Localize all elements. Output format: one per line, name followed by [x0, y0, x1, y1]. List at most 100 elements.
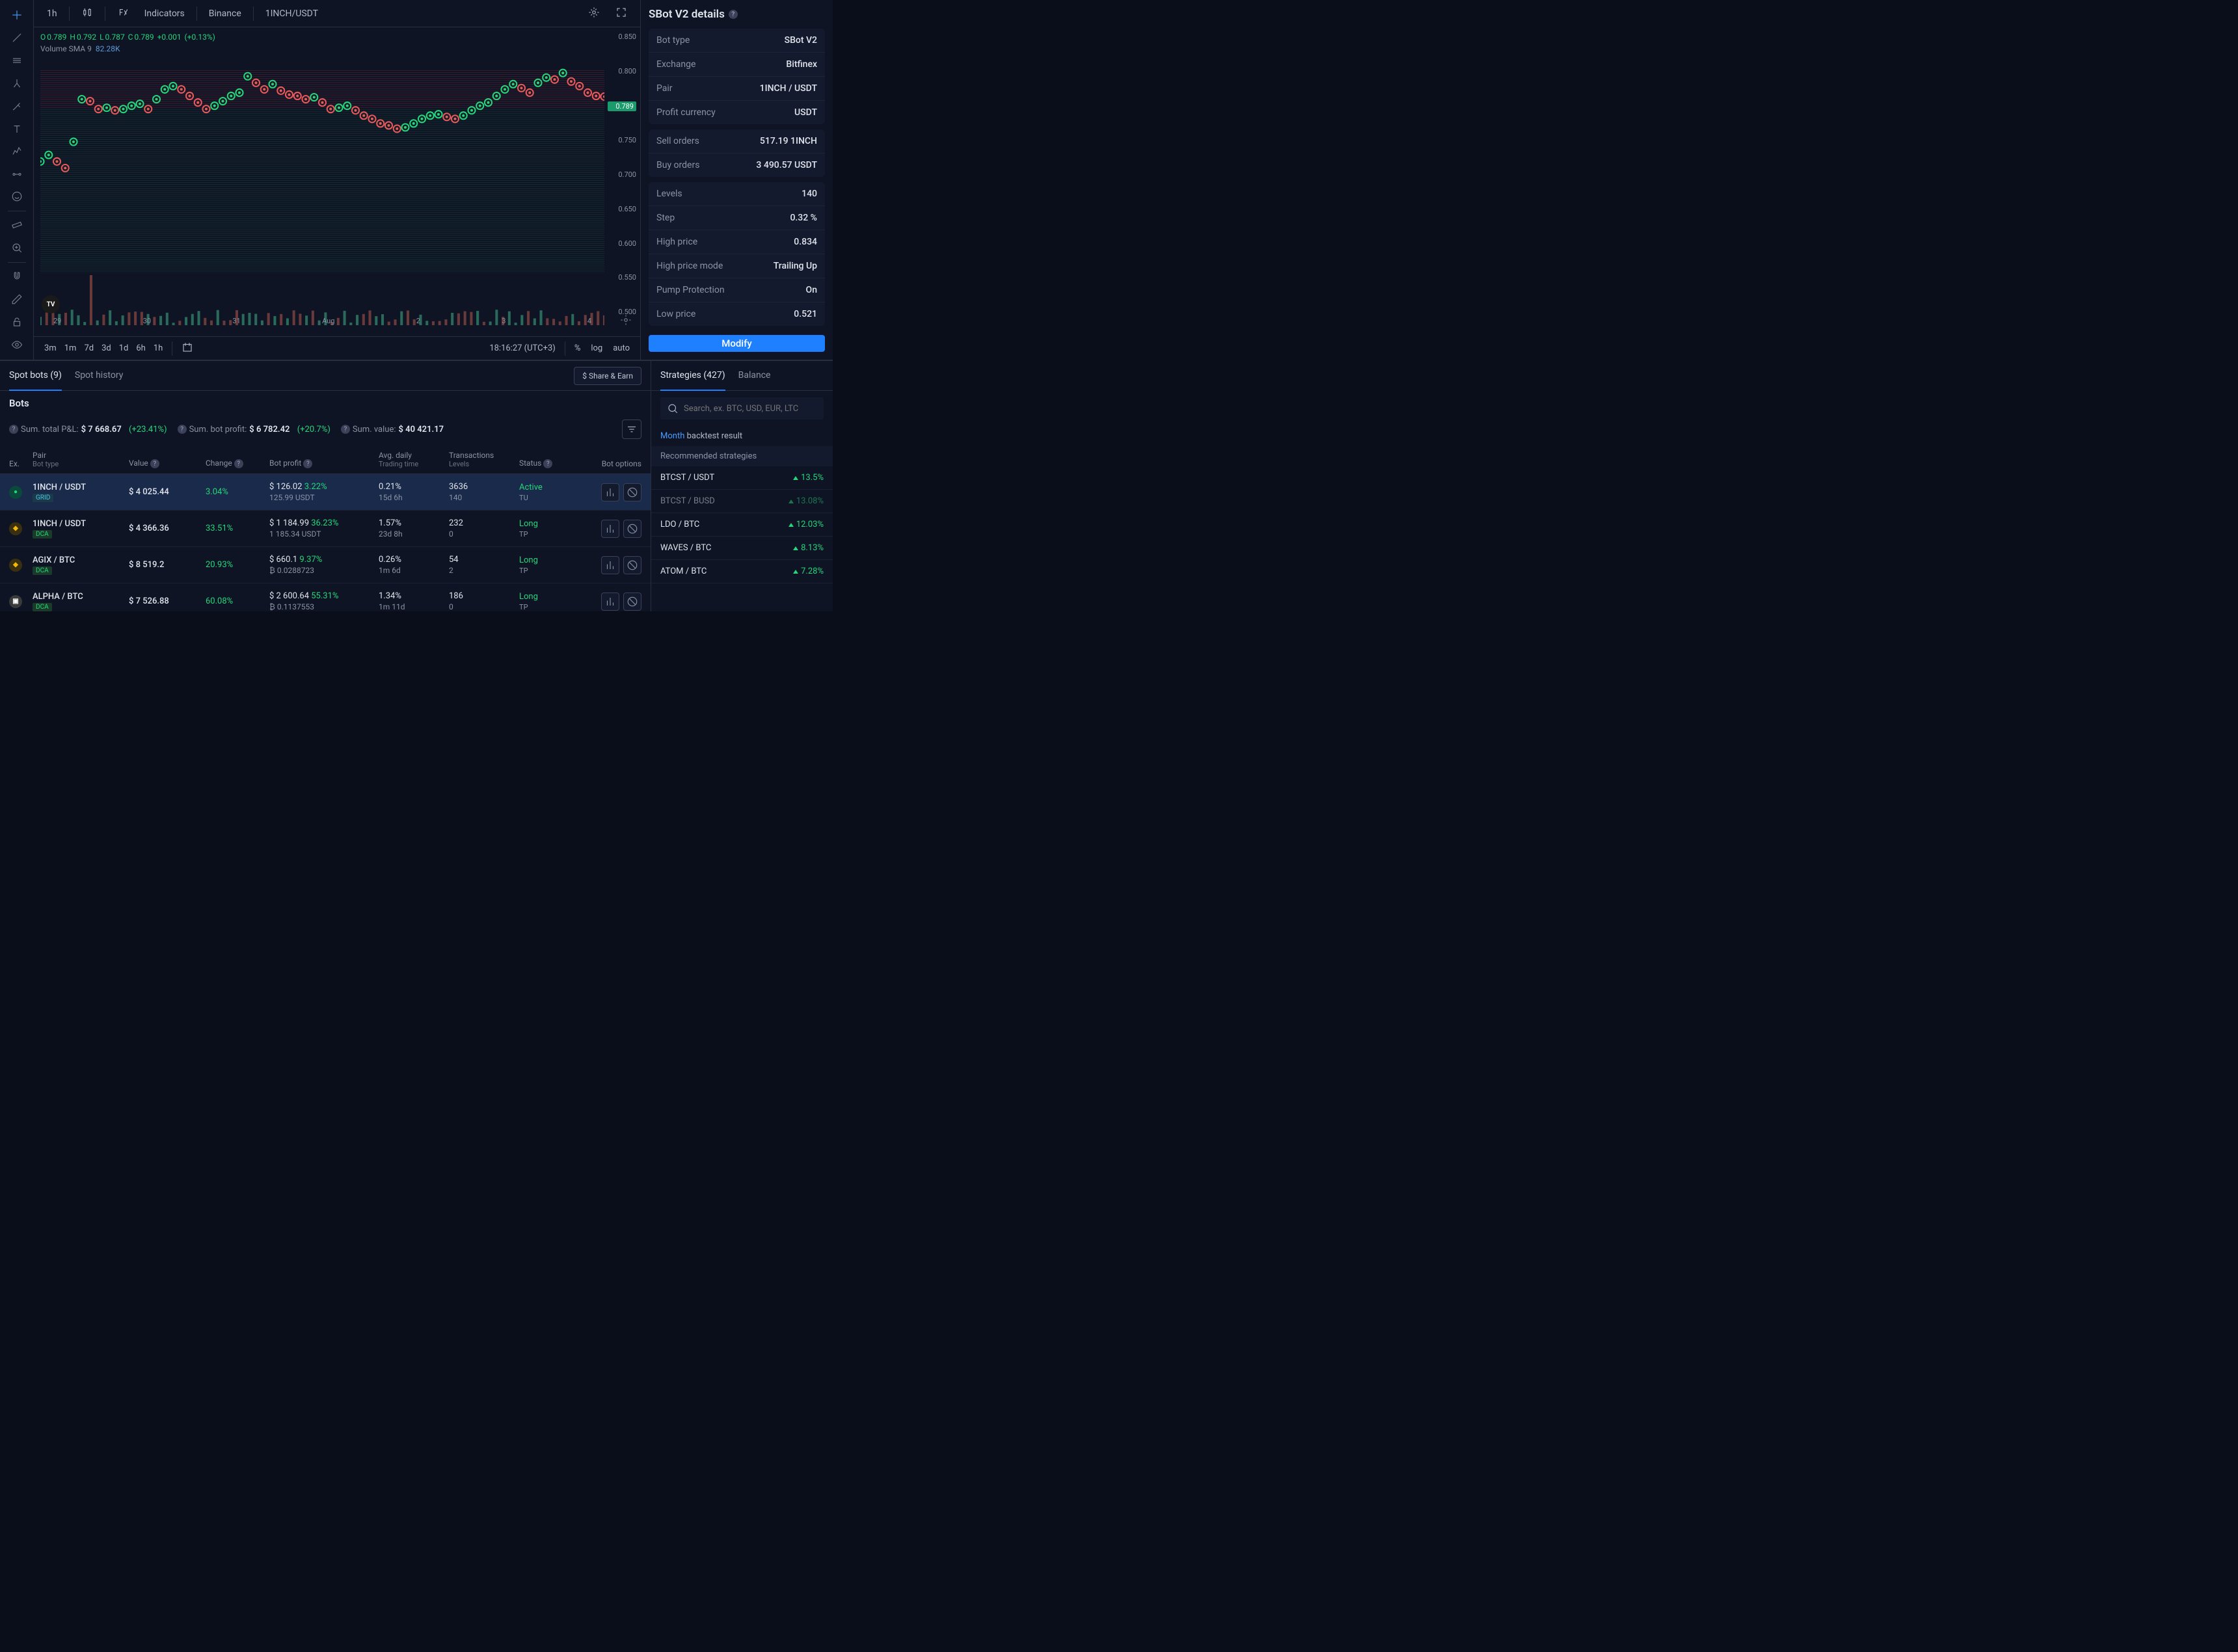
bot-details-panel: SBot V2 details ? Bot typeSBot V2Exchang…: [640, 0, 833, 360]
timeframe-6h[interactable]: 6h: [132, 341, 149, 356]
table-row[interactable]: ◆1INCH / USDTDCA$ 4 366.3633.51%$ 1 184.…: [0, 511, 651, 547]
detail-row: High price modeTrailing Up: [649, 254, 825, 278]
detail-row: ExchangeBitfinex: [649, 53, 825, 77]
goto-icon[interactable]: [178, 339, 197, 358]
detail-row: Step0.32 %: [649, 206, 825, 230]
timeframe-3d[interactable]: 3d: [98, 341, 115, 356]
bots-summary: Bots ?Sum. total P&L: $ 7 668.67 (+23.41…: [0, 391, 651, 446]
ruler-icon[interactable]: [5, 215, 29, 236]
fullscreen-icon[interactable]: [609, 3, 634, 25]
detail-row: Profit currencyUSDT: [649, 101, 825, 124]
table-row[interactable]: ◆AGIX / BTCDCA$ 8 519.220.93%$ 660.1 9.3…: [0, 547, 651, 583]
search-box: [660, 397, 824, 420]
tab-spot-bots[interactable]: Spot bots (9): [9, 361, 62, 391]
strategy-row[interactable]: BTCST / USDT13.5%: [651, 466, 833, 490]
detail-row: Pair1INCH / USDT: [649, 77, 825, 101]
strategy-row[interactable]: WAVES / BTC8.13%: [651, 537, 833, 560]
chart-bottom-toolbar: 3m1m7d3d1d6h1h 18:16:27 (UTC+3) % log au…: [34, 336, 640, 360]
filter-icon[interactable]: [622, 420, 641, 439]
arrow-up-icon: [789, 500, 794, 503]
chart-icon[interactable]: [601, 593, 619, 611]
table-row[interactable]: ▣ALPHA / BTCDCA$ 7 526.8860.08%$ 2 600.6…: [0, 583, 651, 611]
x-tick: 2: [416, 317, 420, 330]
y-tick: 0.789: [608, 101, 636, 111]
detail-row: Sell orders517.19 1INCH: [649, 129, 825, 153]
prediction-icon[interactable]: [5, 163, 29, 185]
timeframe-1d[interactable]: 1d: [115, 341, 133, 356]
bots-tabs: Spot bots (9) Spot history $ Share & Ear…: [0, 361, 651, 391]
log-btn[interactable]: log: [587, 341, 606, 356]
table-row[interactable]: ●1INCH / USDTGRID$ 4 025.443.04%$ 126.02…: [0, 474, 651, 511]
chart-toolbar: 1h Indicators Binance 1INCH/USDT: [34, 0, 640, 27]
y-tick: 0.550: [608, 273, 636, 282]
symbol-btn[interactable]: 1INCH/USDT: [259, 5, 325, 23]
bots-title: Bots: [9, 397, 641, 409]
trendline-icon[interactable]: [5, 27, 29, 49]
exchange-btn[interactable]: Binance: [202, 5, 248, 23]
help-icon[interactable]: ?: [9, 425, 18, 434]
stop-icon[interactable]: [623, 593, 641, 611]
x-tick: 4: [587, 317, 591, 330]
stop-icon[interactable]: [623, 483, 641, 501]
auto-btn[interactable]: auto: [609, 341, 634, 356]
tab-balance[interactable]: Balance: [738, 361, 771, 391]
help-icon[interactable]: ?: [729, 10, 738, 19]
search-input[interactable]: [684, 404, 817, 414]
fx-icon[interactable]: [111, 3, 135, 25]
exchange-icon: ◆: [9, 559, 22, 572]
x-tick: Aug: [322, 317, 334, 330]
help-icon[interactable]: ?: [178, 425, 187, 434]
emoji-icon[interactable]: [5, 186, 29, 207]
strategy-row[interactable]: ATOM / BTC7.28%: [651, 560, 833, 583]
zoom-icon[interactable]: [5, 237, 29, 259]
search-icon: [667, 403, 679, 414]
chart-icon[interactable]: [601, 483, 619, 501]
chart-icon[interactable]: [601, 520, 619, 538]
pitchfork-icon[interactable]: [5, 73, 29, 94]
detail-row: Levels140: [649, 182, 825, 206]
tab-strategies[interactable]: Strategies (427): [660, 361, 725, 391]
pct-btn[interactable]: %: [571, 341, 585, 356]
pattern-icon[interactable]: [5, 140, 29, 162]
chart-icon[interactable]: [601, 556, 619, 574]
x-tick: 30: [143, 317, 151, 330]
share-earn-button[interactable]: $ Share & Earn: [574, 367, 641, 385]
y-axis: 0.8500.8000.7890.7500.7000.6500.6000.550…: [608, 33, 640, 317]
y-tick: 0.700: [608, 170, 636, 180]
magnet-icon[interactable]: [5, 265, 29, 287]
tab-spot-history[interactable]: Spot history: [75, 361, 123, 391]
lock-icon[interactable]: [5, 311, 29, 332]
x-tick: 31: [232, 317, 240, 330]
stop-icon[interactable]: [623, 556, 641, 574]
strategy-row[interactable]: LDO / BTC12.03%: [651, 513, 833, 537]
arrow-up-icon: [793, 570, 798, 574]
y-tick: 0.750: [608, 136, 636, 145]
timeframe-1h[interactable]: 1h: [150, 341, 167, 356]
strategy-row[interactable]: BTCST / BUSD13.08%: [651, 490, 833, 513]
lines-icon[interactable]: [5, 50, 29, 72]
y-tick: 0.650: [608, 205, 636, 214]
crosshair-icon[interactable]: [5, 5, 29, 26]
candles-icon[interactable]: [75, 3, 100, 25]
help-icon[interactable]: ?: [341, 425, 350, 434]
chart-body[interactable]: O0.789 H0.792 L0.787 C0.789 +0.001 (+0.1…: [34, 27, 640, 336]
timeframe-3m[interactable]: 3m: [40, 341, 61, 356]
modify-button[interactable]: Modify: [649, 335, 825, 352]
table-header: Ex. PairBot type Value ? Change ? Bot pr…: [0, 446, 651, 474]
text-icon[interactable]: [5, 118, 29, 139]
strategies-panel: Strategies (427) Balance Month backtest …: [651, 361, 833, 611]
timeframe-1m[interactable]: 1m: [61, 341, 81, 356]
stop-icon[interactable]: [623, 520, 641, 538]
bots-table: Ex. PairBot type Value ? Change ? Bot pr…: [0, 446, 651, 611]
timeframe-7d[interactable]: 7d: [80, 341, 98, 356]
arrow-up-icon: [793, 476, 798, 480]
edit-icon[interactable]: [5, 288, 29, 310]
eye-icon[interactable]: [5, 334, 29, 355]
brush-icon[interactable]: [5, 96, 29, 117]
gear-icon[interactable]: [614, 308, 638, 332]
timeframe-btn[interactable]: 1h: [40, 5, 64, 23]
settings-icon[interactable]: [582, 3, 606, 25]
indicators-btn[interactable]: Indicators: [138, 5, 191, 23]
volume-display: Volume SMA 9 82.28K: [40, 44, 120, 53]
y-tick: 0.600: [608, 239, 636, 248]
